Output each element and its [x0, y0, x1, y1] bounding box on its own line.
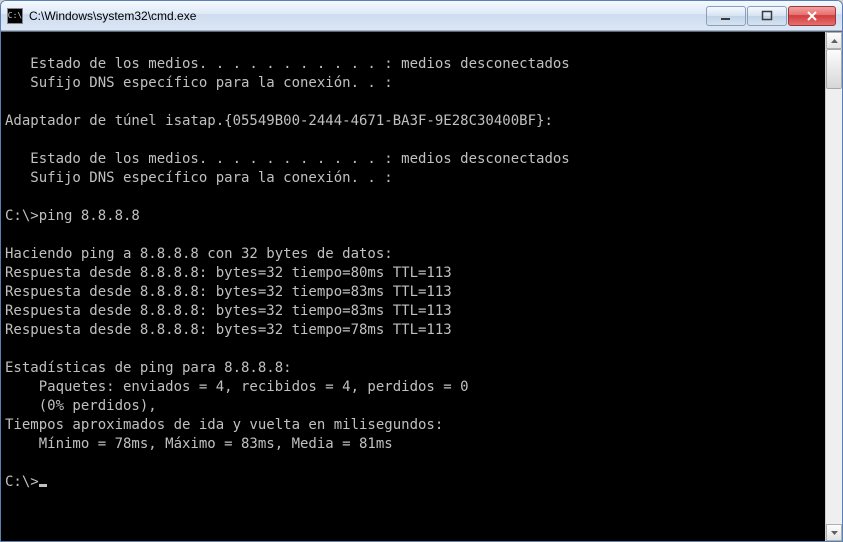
console-line: Tiempos aproximados de ida y vuelta en m…: [5, 417, 443, 433]
console-line: Respuesta desde 8.8.8.8: bytes=32 tiempo…: [5, 322, 452, 338]
console-line: Paquetes: enviados = 4, recibidos = 4, p…: [5, 379, 469, 395]
cmd-icon: C:\: [7, 8, 23, 24]
console-line: C:\>: [5, 474, 39, 490]
console-line: Haciendo ping a 8.8.8.8 con 32 bytes de …: [5, 246, 393, 262]
console-line: (0% perdidos),: [5, 398, 157, 414]
console-line: Adaptador de túnel isatap.{05549B00-2444…: [5, 113, 553, 129]
console-line: Sufijo DNS específico para la conexión. …: [5, 170, 393, 186]
scroll-thumb[interactable]: [826, 49, 842, 89]
console-line: C:\>ping 8.8.8.8: [5, 208, 140, 224]
console-line: Estadísticas de ping para 8.8.8.8:: [5, 360, 292, 376]
console-line: Mínimo = 78ms, Máximo = 83ms, Media = 81…: [5, 436, 393, 452]
maximize-button[interactable]: [747, 6, 787, 26]
cmd-window: C:\ C:\Windows\system32\cmd.exe Estado d…: [0, 0, 843, 542]
text-cursor: [39, 484, 47, 487]
scroll-down-button[interactable]: [826, 524, 842, 541]
console-line: Estado de los medios. . . . . . . . . . …: [5, 56, 570, 72]
titlebar[interactable]: C:\ C:\Windows\system32\cmd.exe: [1, 1, 842, 31]
console-line: Respuesta desde 8.8.8.8: bytes=32 tiempo…: [5, 303, 452, 319]
console-line: Respuesta desde 8.8.8.8: bytes=32 tiempo…: [5, 265, 452, 281]
vertical-scrollbar[interactable]: [825, 32, 842, 541]
minimize-button[interactable]: [706, 6, 746, 26]
console-area: Estado de los medios. . . . . . . . . . …: [1, 31, 842, 541]
close-button[interactable]: [788, 6, 836, 26]
scroll-track[interactable]: [826, 49, 842, 524]
console-output[interactable]: Estado de los medios. . . . . . . . . . …: [1, 32, 825, 541]
console-line: Sufijo DNS específico para la conexión. …: [5, 75, 393, 91]
console-line: Estado de los medios. . . . . . . . . . …: [5, 151, 570, 167]
window-controls: [705, 6, 836, 26]
window-title: C:\Windows\system32\cmd.exe: [29, 9, 705, 23]
scroll-up-button[interactable]: [826, 32, 842, 49]
console-line: Respuesta desde 8.8.8.8: bytes=32 tiempo…: [5, 284, 452, 300]
